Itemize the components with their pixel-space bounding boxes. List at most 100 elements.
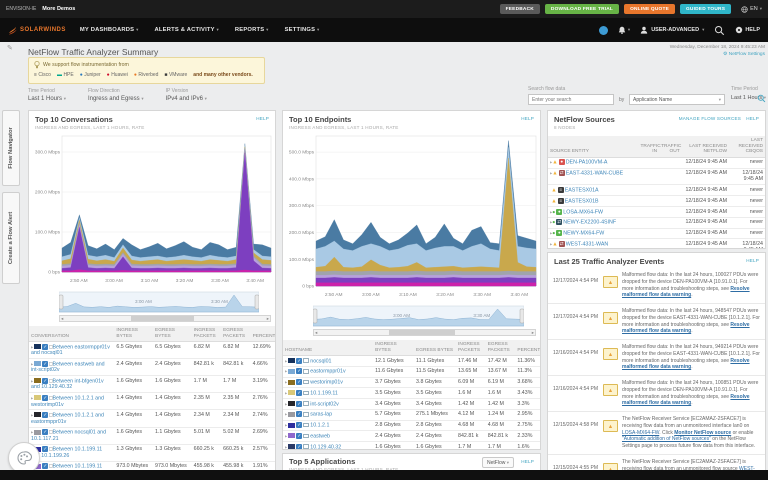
series-checkbox[interactable]: ✓ (296, 379, 302, 385)
series-checkbox[interactable]: ✓ (42, 395, 48, 401)
event-link[interactable]: Resolve malformed flow data warning (622, 286, 750, 299)
help-link[interactable]: HELP (521, 116, 534, 121)
notification-dot-icon[interactable] (599, 26, 608, 35)
hostname-link[interactable]: westorimp01v (310, 379, 343, 385)
column-header-egress-bytes[interactable]: EGRESS BYTES (153, 326, 192, 342)
hostname-link[interactable]: eastweb (310, 433, 330, 439)
series-checkbox[interactable]: ✓ (42, 412, 48, 418)
expand-caret-icon[interactable]: ▸ (285, 379, 287, 384)
event-link[interactable]: LOSA-MX64-FW (622, 430, 659, 436)
flow-navigator-tab[interactable]: Flow Navigator (2, 110, 20, 186)
search-icon[interactable] (714, 25, 725, 36)
hostname-link[interactable]: 10.129.40.32 (310, 444, 341, 450)
help-link[interactable]: HELP (521, 459, 534, 464)
nav-item-alerts-activity[interactable]: ALERTS & ACTIVITY ▾ (155, 27, 219, 33)
series-checkbox[interactable]: ✓ (296, 358, 302, 364)
column-header-ingress-packets[interactable]: INGRESS PACKETS (456, 340, 486, 356)
column-header-ingress-packets[interactable]: INGRESS PACKETS (192, 326, 221, 342)
source-entity-link[interactable]: WEST-4331-WAN (566, 241, 608, 247)
language-selector[interactable]: EN ▾ (741, 6, 762, 13)
hostname-link[interactable]: 10.1.2.1 (310, 422, 329, 428)
column-header-traffic-out[interactable]: TRAFFIC OUT (659, 136, 682, 157)
endpoints-chart-navigator[interactable]: 3:00 AM3:30 AM (313, 305, 524, 327)
conversations-chart-scrollbar[interactable]: ◂ ▸ (59, 315, 271, 322)
expand-caret-icon[interactable]: ▸ (285, 401, 287, 406)
online-quote-button[interactable]: ONLINE QUOTE (624, 4, 675, 14)
series-checkbox[interactable]: ✓ (296, 411, 302, 417)
expand-caret-icon[interactable]: ▸ (31, 429, 33, 434)
filter-value-time-period[interactable]: Last 1 Hours ▾ (28, 96, 66, 102)
hostname-link[interactable]: int-script02v (310, 401, 339, 407)
column-header-ingress-bytes[interactable]: INGRESS BYTES (373, 340, 414, 356)
help-menu[interactable]: HELP (735, 26, 760, 34)
series-checkbox[interactable]: ✓ (42, 344, 48, 350)
column-header-percent[interactable]: PERCENT (251, 326, 275, 342)
feedback-button[interactable]: FEEDBACK (500, 4, 540, 14)
series-checkbox[interactable]: ✓ (296, 368, 302, 374)
series-checkbox[interactable]: ✓ (42, 429, 48, 435)
user-menu[interactable]: USER-ADVANCED ▾ (640, 26, 704, 34)
search-input[interactable] (528, 94, 614, 105)
scrollbar-thumb[interactable] (389, 330, 455, 335)
column-header-traffic-in[interactable]: TRAFFIC IN (639, 136, 660, 157)
netflow-settings-link[interactable]: ⚙ NetFlow Settings (723, 52, 765, 57)
event-link[interactable]: Resolve malformed flow data warning (622, 358, 750, 371)
series-checkbox[interactable]: ✓ (42, 463, 48, 469)
expand-caret-icon[interactable]: ▸ (285, 412, 287, 417)
source-entity-link[interactable]: EASTESX01B (565, 198, 599, 204)
expand-caret-icon[interactable]: ▸ (285, 422, 287, 427)
event-link[interactable]: Monitor NetFlow source (674, 430, 731, 436)
scroll-left-icon[interactable]: ◂ (315, 330, 317, 336)
source-entity-link[interactable]: NEWY-MX64-FW (563, 231, 604, 237)
column-header-last-received-netflow[interactable]: LAST RECEIVED NETFLOW (682, 136, 729, 157)
filter-value-ip-version[interactable]: IPv4 and IPv6 ▾ (166, 96, 207, 102)
expand-caret-icon[interactable]: ▸ (285, 369, 287, 374)
series-checkbox[interactable]: ✓ (296, 390, 302, 396)
column-header-hostname[interactable]: HOSTNAME (283, 340, 373, 356)
solarwinds-logo[interactable]: SOLARWINDS (8, 26, 66, 35)
search-go-icon[interactable] (757, 94, 766, 103)
nav-item-my-dashboards[interactable]: MY DASHBOARDS ▾ (80, 27, 139, 33)
manage-flow-sources-link[interactable]: MANAGE FLOW SOURCES (679, 116, 741, 121)
source-entity-link[interactable]: EASTESX01A (565, 187, 599, 193)
column-header-conversation[interactable]: CONVERSATION (29, 326, 114, 342)
scroll-right-icon[interactable]: ▸ (532, 330, 534, 336)
series-checkbox[interactable]: ✓ (42, 361, 48, 367)
event-link[interactable]: "Automatic addition of NetFlow sources" (622, 436, 711, 442)
nav-item-reports[interactable]: REPORTS ▾ (235, 27, 269, 33)
series-checkbox[interactable]: ✓ (296, 422, 302, 428)
download-free-trial-button[interactable]: DOWNLOAD FREE TRIAL (545, 4, 619, 14)
search-field-select[interactable]: Application Name ▾ (629, 94, 725, 105)
endpoints-chart-scrollbar[interactable]: ◂ ▸ (313, 329, 536, 336)
alerts-bell-menu[interactable]: ▾ (618, 26, 630, 34)
applications-flow-type-select[interactable]: NetFlow ▾ (482, 457, 514, 468)
series-checkbox[interactable]: ✓ (42, 378, 48, 384)
edit-page-pencil-icon[interactable]: ✎ (7, 44, 13, 52)
column-header-egress-packets[interactable]: EGRESS PACKETS (221, 326, 250, 342)
scrollbar-thumb[interactable] (131, 316, 194, 321)
scroll-left-icon[interactable]: ◂ (61, 316, 63, 322)
create-flow-alert-tab[interactable]: Create a Flow Alert (2, 192, 20, 284)
column-header-ingress-bytes[interactable]: INGRESS BYTES (114, 326, 153, 342)
expand-caret-icon[interactable]: ▸ (31, 344, 33, 349)
expand-caret-icon[interactable]: ▸ (31, 378, 33, 383)
series-checkbox[interactable]: ✓ (296, 401, 302, 407)
column-header-egress-bytes[interactable]: EGRESS BYTES (414, 340, 456, 356)
guided-tours-button[interactable]: GUIDED TOURS (680, 4, 731, 14)
column-header-egress-packets[interactable]: EGRESS PACKETS (486, 340, 516, 356)
expand-caret-icon[interactable]: ▸ (31, 395, 33, 400)
help-link[interactable]: HELP (256, 116, 269, 121)
hostname-link[interactable]: nocsql01 (310, 358, 331, 364)
help-link[interactable]: HELP (746, 116, 759, 121)
expand-caret-icon[interactable]: ▸ (285, 358, 287, 363)
expand-caret-icon[interactable]: ▸ (31, 361, 33, 366)
event-link[interactable]: Resolve malformed flow data warning (622, 322, 750, 335)
source-entity-link[interactable]: LOSA-MX64-FW (563, 209, 603, 215)
source-entity-link[interactable]: NEWY-EX2200-4SINF (563, 220, 616, 226)
series-checkbox[interactable]: ✓ (296, 433, 302, 439)
more-demos-link[interactable]: More Demos (42, 6, 75, 12)
expand-caret-icon[interactable]: ▸ (285, 433, 287, 438)
event-link[interactable]: Resolve malformed flow data warning (622, 394, 750, 407)
hostname-link[interactable]: 10.1.199.11 (310, 390, 338, 396)
scroll-right-icon[interactable]: ▸ (267, 316, 269, 322)
